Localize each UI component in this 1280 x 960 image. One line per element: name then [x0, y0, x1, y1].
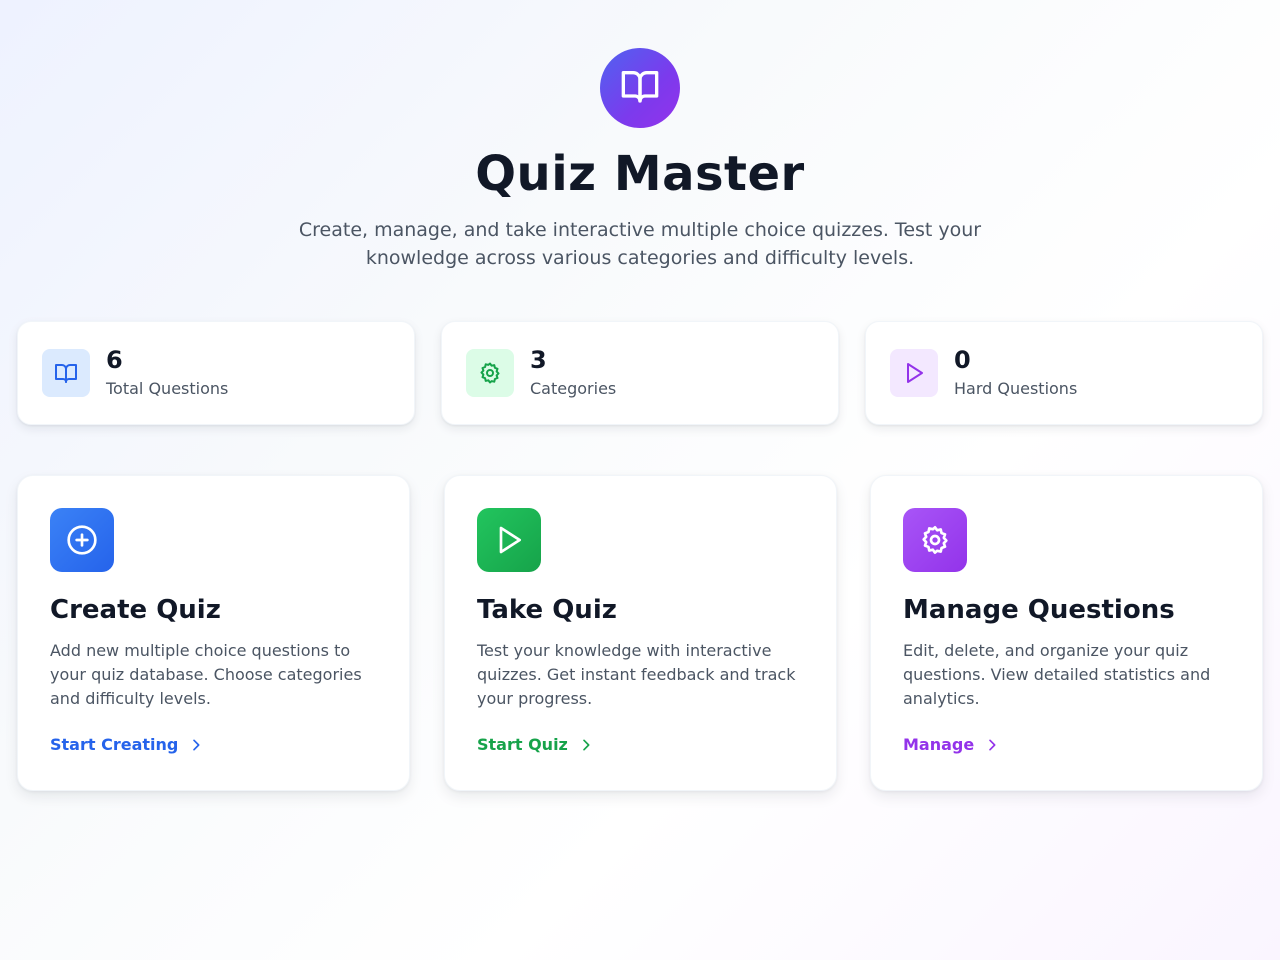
start-quiz-link[interactable]: Start Quiz [477, 735, 594, 754]
plus-circle-icon [50, 508, 114, 572]
feature-card-create-quiz[interactable]: Create Quiz Add new multiple choice ques… [17, 475, 410, 791]
play-icon [477, 508, 541, 572]
book-open-icon [42, 349, 90, 397]
feature-card-manage-questions[interactable]: Manage Questions Edit, delete, and organ… [870, 475, 1263, 791]
chevron-right-icon [578, 737, 594, 753]
feature-link-label: Manage [903, 735, 975, 754]
page-subtitle: Create, manage, and take interactive mul… [298, 219, 982, 269]
feature-link-label: Start Quiz [477, 735, 568, 754]
book-open-icon [620, 66, 660, 110]
app-logo [600, 48, 680, 128]
gear-icon [466, 349, 514, 397]
page-title: Quiz Master [475, 146, 805, 202]
stat-value: 6 [106, 346, 123, 374]
stat-value: 0 [954, 346, 971, 374]
feature-description: Edit, delete, and organize your quiz que… [903, 641, 1211, 708]
start-creating-link[interactable]: Start Creating [50, 735, 204, 754]
stat-value: 3 [530, 346, 547, 374]
feature-description: Add new multiple choice questions to you… [50, 641, 362, 708]
chevron-right-icon [984, 737, 1000, 753]
stat-label: Total Questions [106, 379, 229, 398]
stat-card-hard-questions: 0 Hard Questions [865, 321, 1263, 425]
stat-label: Hard Questions [954, 379, 1078, 398]
gear-icon [903, 508, 967, 572]
play-icon [890, 349, 938, 397]
manage-link[interactable]: Manage [903, 735, 1000, 754]
feature-title: Take Quiz [477, 595, 617, 625]
stat-card-total-questions: 6 Total Questions [17, 321, 415, 425]
chevron-right-icon [188, 737, 204, 753]
feature-title: Create Quiz [50, 595, 221, 625]
feature-title: Manage Questions [903, 595, 1175, 625]
feature-description: Test your knowledge with interactive qui… [477, 641, 796, 708]
feature-link-label: Start Creating [50, 735, 179, 754]
feature-card-take-quiz[interactable]: Take Quiz Test your knowledge with inter… [444, 475, 837, 791]
stat-label: Categories [530, 379, 617, 398]
stat-card-categories: 3 Categories [441, 321, 839, 425]
